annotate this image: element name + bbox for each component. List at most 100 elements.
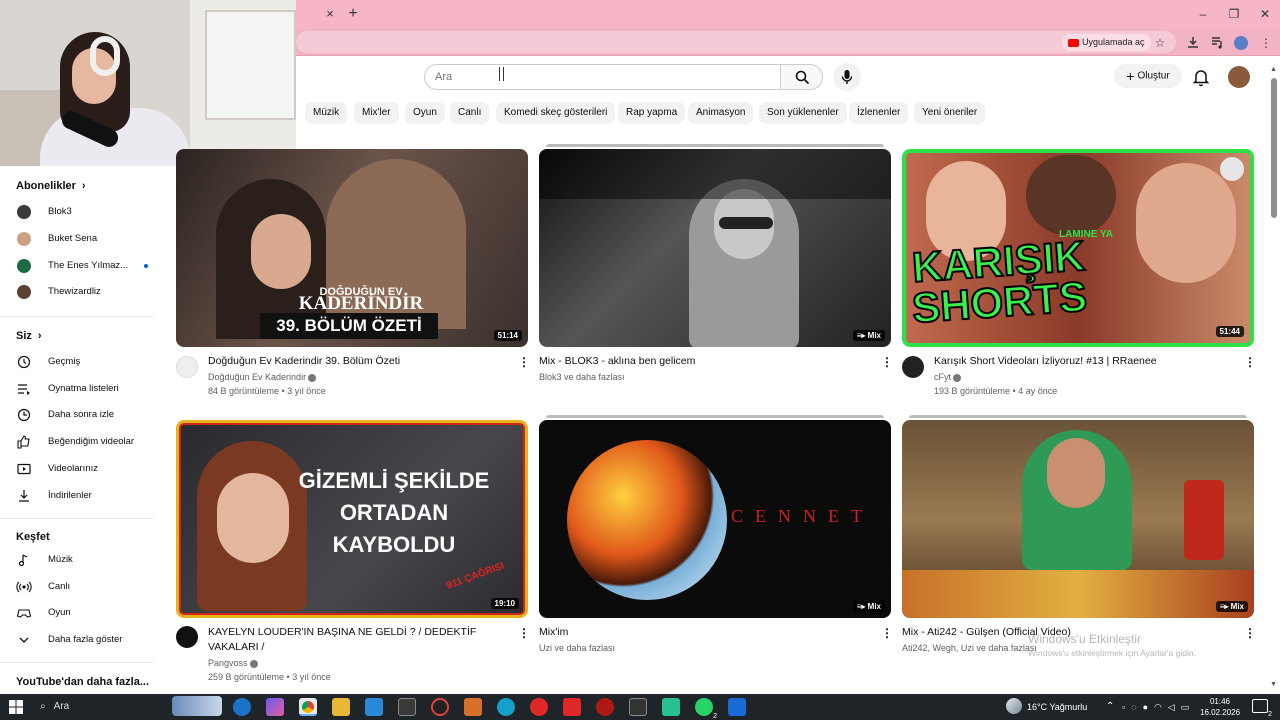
channel-name[interactable]: Uzi ve daha fazlası bbox=[539, 641, 869, 655]
chip-comedy-sketches[interactable]: Komedi skeç gösterileri bbox=[496, 102, 616, 124]
tray-battery-icon[interactable]: ▭ bbox=[1181, 702, 1196, 712]
chrome-icon[interactable] bbox=[299, 698, 317, 716]
address-bar[interactable] bbox=[296, 31, 1176, 53]
channel-name[interactable]: Doğduğun Ev Kaderindir bbox=[208, 370, 508, 384]
edge-icon[interactable] bbox=[233, 698, 251, 716]
tray-app-icon[interactable]: ◌ bbox=[1131, 702, 1142, 712]
more-options-icon[interactable]: ⋮ bbox=[518, 355, 530, 369]
app-icon[interactable] bbox=[629, 698, 647, 716]
chip-watched[interactable]: İzlenenler bbox=[849, 102, 909, 124]
chip-recently-uploaded[interactable]: Son yüklenenler bbox=[759, 102, 847, 124]
chip-animation[interactable]: Animasyon bbox=[688, 102, 754, 124]
whatsapp-icon[interactable]: 2 bbox=[695, 698, 717, 720]
search-input[interactable] bbox=[435, 65, 765, 89]
tray-wifi-icon[interactable]: ◠ bbox=[1154, 702, 1168, 712]
video-thumbnail[interactable]: LAMINE YA KARIŞIK SHORTS 51:44 bbox=[902, 149, 1254, 347]
app-icon[interactable] bbox=[728, 698, 746, 716]
restore-button[interactable]: ❐ bbox=[1219, 4, 1249, 24]
chip-live[interactable]: Canlı bbox=[450, 102, 490, 124]
chip-rap[interactable]: Rap yapma bbox=[618, 102, 686, 124]
media-controls-icon[interactable] bbox=[1209, 35, 1225, 51]
tab-close-icon[interactable]: × bbox=[322, 6, 338, 22]
new-tab-button[interactable]: + bbox=[344, 5, 362, 23]
app-icon[interactable] bbox=[464, 698, 482, 716]
sidebar-item-live[interactable]: Canlı bbox=[16, 577, 156, 597]
weather-text[interactable]: 16°C Yağmurlu bbox=[1027, 697, 1087, 717]
app-icon[interactable] bbox=[662, 698, 680, 716]
account-avatar[interactable] bbox=[1228, 66, 1250, 88]
browser-menu-icon[interactable]: ⋮ bbox=[1258, 35, 1274, 51]
tray-app-icon[interactable]: ● bbox=[1143, 702, 1154, 712]
chip-new-to-you[interactable]: Yeni öneriler bbox=[914, 102, 986, 124]
sidebar-item-watch-later[interactable]: Daha sonra izle bbox=[16, 405, 156, 425]
tray-app-icon[interactable]: ▫ bbox=[1122, 702, 1131, 712]
you-heading[interactable]: Siz › bbox=[16, 330, 42, 342]
scroll-up-icon[interactable]: ▲ bbox=[1270, 66, 1277, 73]
more-options-icon[interactable]: ⋮ bbox=[1244, 626, 1256, 640]
page-scrollbar[interactable]: ▲ ▼ bbox=[1270, 66, 1278, 688]
tray-chevron-up-icon[interactable]: ⌃ bbox=[1106, 697, 1114, 717]
channel-name[interactable]: cFyt bbox=[934, 370, 1239, 384]
sidebar-item-history[interactable]: Geçmiş bbox=[16, 352, 156, 372]
sidebar-item-music[interactable]: Müzik bbox=[16, 550, 156, 570]
windows-start-icon[interactable] bbox=[8, 699, 24, 715]
tray-icons[interactable]: ▫◌●◠◁▭ bbox=[1122, 697, 1195, 717]
sidebar-item-your-videos[interactable]: Videolarınız bbox=[16, 459, 156, 479]
video-thumbnail[interactable]: DOĞDUĞUN EV KADERİNDİR 39. BÖLÜM ÖZETİ 5… bbox=[176, 149, 528, 347]
sidebar-item-downloads[interactable]: İndirilenler bbox=[16, 486, 156, 506]
subscriptions-heading[interactable]: Abonelikler › bbox=[16, 180, 86, 192]
channel-avatar[interactable] bbox=[176, 356, 198, 378]
notifications-bell-icon[interactable] bbox=[1190, 66, 1212, 88]
sidebar-item-liked-videos[interactable]: Beğendiğim videolar bbox=[16, 432, 156, 452]
bookmark-star-icon[interactable]: ☆ bbox=[1152, 35, 1168, 51]
copilot-icon[interactable] bbox=[266, 698, 284, 716]
tray-volume-icon[interactable]: ◁ bbox=[1168, 702, 1181, 712]
sidebar-subscription[interactable]: The Enes Yılmaz... bbox=[16, 256, 156, 276]
sidebar-subscription[interactable]: Blok3 bbox=[16, 202, 156, 222]
chip-gaming[interactable]: Oyun bbox=[405, 102, 445, 124]
scroll-down-icon[interactable]: ▼ bbox=[1270, 681, 1277, 688]
chip-mixes[interactable]: Mix'ler bbox=[354, 102, 399, 124]
profile-icon[interactable] bbox=[1233, 35, 1249, 51]
channel-avatar[interactable] bbox=[176, 626, 198, 648]
more-options-icon[interactable]: ⋮ bbox=[518, 626, 530, 640]
video-thumbnail[interactable]: ≡▸ Mix bbox=[539, 149, 891, 347]
sidebar-item-gaming[interactable]: Oyun bbox=[16, 603, 156, 623]
search-box[interactable] bbox=[424, 64, 781, 90]
zoom-icon[interactable] bbox=[365, 698, 383, 716]
chip-music[interactable]: Müzik bbox=[305, 102, 348, 124]
weather-icon[interactable] bbox=[1006, 698, 1022, 714]
video-thumbnail[interactable]: ≡▸ Mix bbox=[902, 420, 1254, 618]
download-icon[interactable] bbox=[1185, 35, 1201, 51]
create-button[interactable]: + Oluştur bbox=[1114, 64, 1182, 88]
more-options-icon[interactable]: ⋮ bbox=[881, 626, 893, 640]
sidebar-subscription[interactable]: Buket Sena bbox=[16, 229, 156, 249]
notification-center-icon[interactable]: 2 bbox=[1252, 699, 1272, 718]
voice-search-button[interactable] bbox=[833, 63, 861, 91]
channel-avatar[interactable] bbox=[902, 356, 924, 378]
close-window-button[interactable]: ✕ bbox=[1250, 4, 1280, 24]
obs-icon[interactable] bbox=[431, 698, 449, 716]
app-icon[interactable] bbox=[398, 698, 416, 716]
video-title[interactable]: Mix - BLOK3 - aklına ben gelicem bbox=[539, 354, 869, 369]
more-options-icon[interactable]: ⋮ bbox=[1244, 355, 1256, 369]
app-icon[interactable] bbox=[563, 698, 581, 716]
app-icon[interactable] bbox=[596, 698, 614, 716]
video-title[interactable]: Mix'im bbox=[539, 625, 869, 640]
channel-name[interactable]: Pangvoss bbox=[208, 656, 508, 670]
clock[interactable]: 01:46 16.02.2026 bbox=[1200, 696, 1240, 718]
channel-name[interactable]: Blok3 ve daha fazlası bbox=[539, 370, 869, 384]
video-title[interactable]: Karışık Short Videoları İzliyoruz! #13 |… bbox=[934, 354, 1239, 369]
video-thumbnail[interactable]: CENNET ≡▸ Mix bbox=[539, 420, 891, 618]
video-title[interactable]: Doğduğun Ev Kaderindir 39. Bölüm Özeti bbox=[208, 354, 508, 369]
browser-icon[interactable] bbox=[497, 698, 515, 716]
sidebar-item-playlists[interactable]: Oynatma listeleri bbox=[16, 379, 156, 399]
pinterest-icon[interactable] bbox=[530, 698, 548, 716]
video-title[interactable]: KAYELYN LOUDER'IN BAŞINA NE GELDİ ? / DE… bbox=[208, 625, 508, 655]
open-in-app-button[interactable]: Uygulamada aç bbox=[1062, 34, 1151, 51]
minimize-button[interactable]: – bbox=[1188, 4, 1218, 24]
scrollbar-thumb[interactable] bbox=[1271, 78, 1277, 218]
file-explorer-icon[interactable] bbox=[332, 698, 350, 716]
search-button[interactable] bbox=[780, 64, 823, 90]
sidebar-subscription[interactable]: Thewizardliz bbox=[16, 282, 156, 302]
